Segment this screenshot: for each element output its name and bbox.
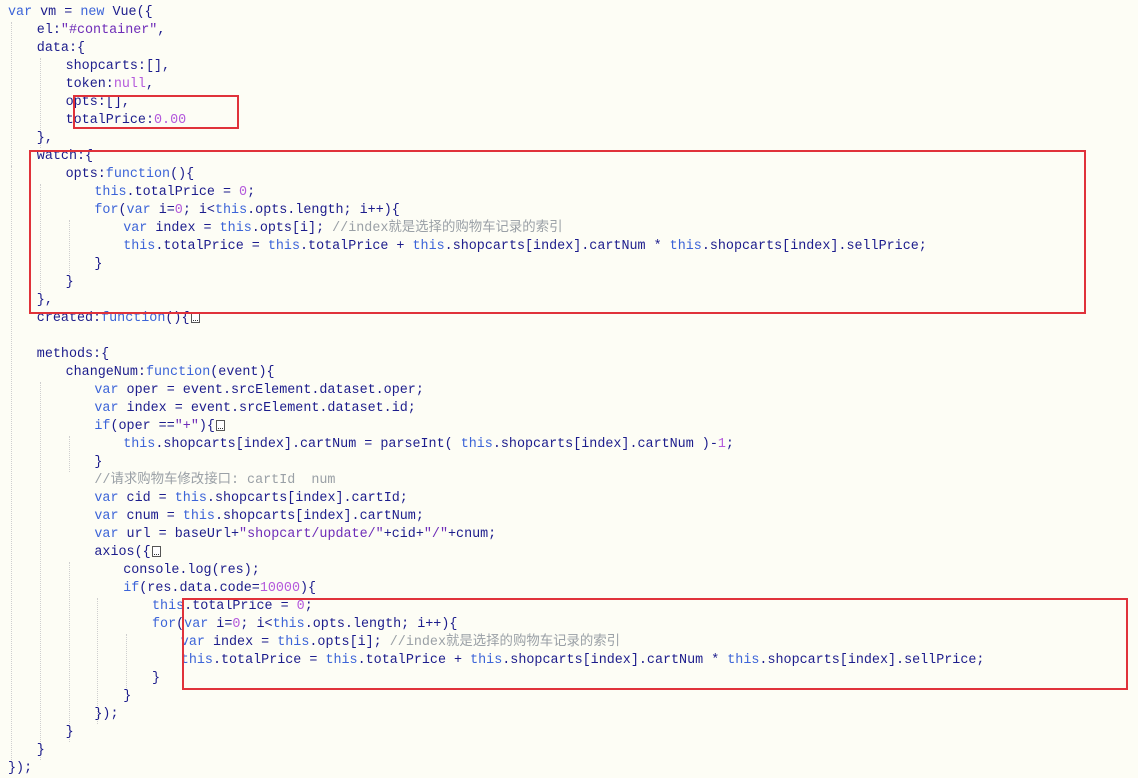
code-token: this xyxy=(182,509,215,524)
code-token: } xyxy=(123,689,132,704)
code-token: "+" xyxy=(174,419,199,434)
code-token: cid = xyxy=(118,491,175,506)
code-token: .shopcarts[index].cartNum; xyxy=(214,509,424,524)
code-token: ){ xyxy=(198,419,215,434)
code-token: this xyxy=(460,437,493,452)
code-line: token:null, xyxy=(66,76,154,94)
fold-toggle-icon[interactable] xyxy=(151,546,161,557)
code-line: var oper = event.srcElement.dataset.oper… xyxy=(94,382,423,400)
indent-guide xyxy=(68,562,70,742)
code-line: }); xyxy=(8,760,32,778)
code-line: if(res.data.code=10000){ xyxy=(123,580,316,598)
code-token: function xyxy=(145,365,211,380)
code-token: url = baseUrl+ xyxy=(118,527,240,542)
code-token: (event){ xyxy=(210,365,275,380)
code-token: } xyxy=(36,743,45,758)
code-line: //请求购物车修改接口: cartId num xyxy=(94,472,335,490)
code-token: shopcarts:[], xyxy=(65,59,171,74)
code-line: methods:{ xyxy=(37,346,109,364)
code-token: (res.data.code= xyxy=(139,581,260,596)
code-token: console.log(res); xyxy=(123,563,260,578)
code-line: }, xyxy=(37,130,53,148)
code-token: .shopcarts[index].cartNum = parseInt( xyxy=(155,437,461,452)
code-line: var index = event.srcElement.dataset.id; xyxy=(94,400,415,418)
code-token: axios({ xyxy=(94,545,151,560)
code-comment: //请求购物车修改接口: cartId num xyxy=(94,473,336,488)
code-token: el: xyxy=(36,23,61,38)
code-token: .shopcarts[index].cartId; xyxy=(206,491,408,506)
code-line: } xyxy=(123,688,131,706)
fold-toggle-icon[interactable] xyxy=(215,420,225,431)
code-token: ){ xyxy=(300,581,317,596)
code-token: cnum = xyxy=(118,509,183,524)
code-token: if xyxy=(123,581,140,596)
code-token: new xyxy=(80,5,105,20)
code-token: changeNum: xyxy=(65,365,146,380)
code-token: var xyxy=(94,383,119,398)
code-token: this xyxy=(123,437,156,452)
code-token: 1 xyxy=(717,437,726,452)
code-token: ; xyxy=(725,437,734,452)
code-token: }); xyxy=(8,761,33,776)
code-token: var xyxy=(8,5,33,20)
code-line: var cid = this.shopcarts[index].cartId; xyxy=(94,490,407,508)
code-token: }, xyxy=(36,131,53,146)
code-line: var url = baseUrl+"shopcart/update/"+cid… xyxy=(94,526,496,544)
code-token: this xyxy=(152,599,185,614)
code-line: if(oper =="+"){ xyxy=(94,418,225,436)
code-token: }); xyxy=(94,707,119,722)
code-token: if xyxy=(94,419,111,434)
code-line: }); xyxy=(94,706,118,724)
code-token: oper = event.srcElement.dataset.oper; xyxy=(118,383,424,398)
code-line: changeNum:function(event){ xyxy=(66,364,275,382)
code-token: Vue({ xyxy=(104,5,153,20)
code-line: el:"#container", xyxy=(37,22,166,40)
code-token: var xyxy=(94,491,119,506)
code-token: data:{ xyxy=(36,41,86,56)
code-token: var xyxy=(94,527,119,542)
code-line: var cnum = this.shopcarts[index].cartNum… xyxy=(94,508,424,526)
code-token: token: xyxy=(65,77,114,92)
indent-guide xyxy=(11,22,12,760)
code-token: .shopcarts[index].cartNum )- xyxy=(492,437,718,452)
code-token: } xyxy=(152,671,161,686)
code-token: null xyxy=(113,77,146,92)
code-token: 10000 xyxy=(259,581,300,596)
code-token: for xyxy=(152,617,177,632)
code-token: (oper == xyxy=(110,419,175,434)
highlight-box-watch-block xyxy=(29,150,1086,314)
code-token: vm = xyxy=(32,5,81,20)
code-line: shopcarts:[], xyxy=(66,58,170,76)
code-line: data:{ xyxy=(37,40,85,58)
highlight-box-total-recalc xyxy=(182,598,1128,690)
code-token: +cid+ xyxy=(383,527,424,542)
code-editor[interactable]: var vm = new Vue({el:"#container", data:{… xyxy=(0,0,1138,778)
code-line: } xyxy=(66,724,74,742)
code-token: "/" xyxy=(423,527,448,542)
code-token: var xyxy=(94,401,119,416)
code-token: , xyxy=(145,77,155,92)
code-token: var xyxy=(94,509,119,524)
code-token: index = event.srcElement.dataset.id; xyxy=(118,401,416,416)
indent-guide xyxy=(68,436,70,472)
code-token: "shopcart/update/" xyxy=(239,527,384,542)
code-line: } xyxy=(152,670,160,688)
code-token: } xyxy=(94,455,103,470)
indent-guide xyxy=(39,382,41,760)
code-token: } xyxy=(65,725,74,740)
code-line: axios({ xyxy=(94,544,161,562)
code-token: +cnum; xyxy=(448,527,497,542)
code-line: } xyxy=(37,742,45,760)
code-token: "#container" xyxy=(60,23,158,38)
indent-guide xyxy=(126,634,128,688)
code-line: } xyxy=(94,454,102,472)
code-line: var vm = new Vue({ xyxy=(8,4,153,22)
code-token: methods:{ xyxy=(36,347,110,362)
code-token: , xyxy=(157,23,166,38)
code-line: console.log(res); xyxy=(123,562,260,580)
code-token: this xyxy=(174,491,207,506)
code-line: this.shopcarts[index].cartNum = parseInt… xyxy=(123,436,734,454)
highlight-box-data-fields xyxy=(73,95,239,129)
